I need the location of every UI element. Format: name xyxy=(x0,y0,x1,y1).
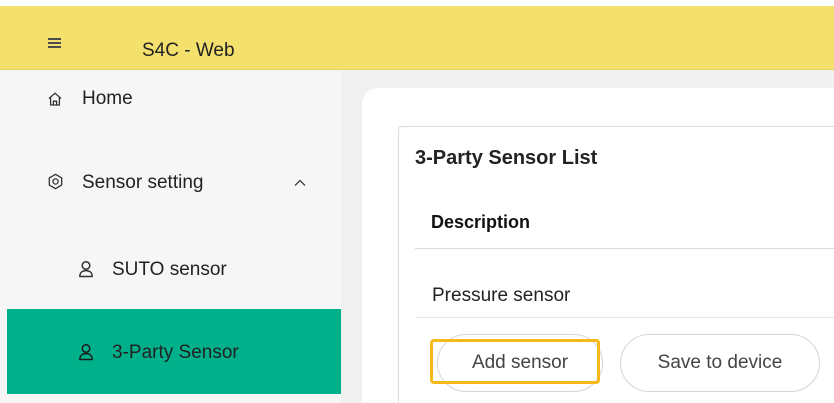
home-icon xyxy=(47,91,63,107)
sidebar-item-sensor-setting[interactable]: Sensor setting xyxy=(0,161,341,205)
sidebar-item-label: SUTO sensor xyxy=(112,259,227,280)
column-header-description: Description xyxy=(431,212,531,232)
user-icon xyxy=(78,343,94,361)
menu-icon[interactable] xyxy=(48,38,62,50)
sidebar-item-suto-sensor[interactable]: SUTO sensor xyxy=(0,248,341,290)
sidebar-item-label: 3-Party Sensor xyxy=(112,342,239,363)
gear-icon xyxy=(47,173,64,190)
chevron-up-icon[interactable] xyxy=(293,175,307,186)
menu-bar xyxy=(48,46,61,48)
app-header: S4C - Web xyxy=(0,6,834,70)
menu-bar xyxy=(48,38,61,40)
panel-title: 3-Party Sensor List xyxy=(415,147,598,169)
sidebar: Home Sensor setting SUTO sensor 3-Party … xyxy=(0,71,341,403)
row-divider xyxy=(415,317,834,318)
menu-bar xyxy=(48,42,61,44)
sidebar-item-3-party-sensor[interactable]: 3-Party Sensor xyxy=(7,309,341,394)
app-window: S4C - Web Home Sensor setting SUTO senso… xyxy=(0,0,834,403)
sensor-list-panel: 3-Party Sensor List Description Pressure… xyxy=(398,126,834,403)
add-sensor-button[interactable]: Add sensor xyxy=(437,334,603,392)
user-icon xyxy=(78,260,94,278)
sidebar-item-home[interactable]: Home xyxy=(0,79,341,119)
header-divider xyxy=(415,248,834,249)
sidebar-item-label: Sensor setting xyxy=(82,172,204,193)
save-to-device-button[interactable]: Save to device xyxy=(620,334,820,392)
sidebar-item-label: Home xyxy=(82,88,133,109)
table-row[interactable]: Pressure sensor xyxy=(432,285,570,307)
app-title: S4C - Web xyxy=(142,40,235,61)
